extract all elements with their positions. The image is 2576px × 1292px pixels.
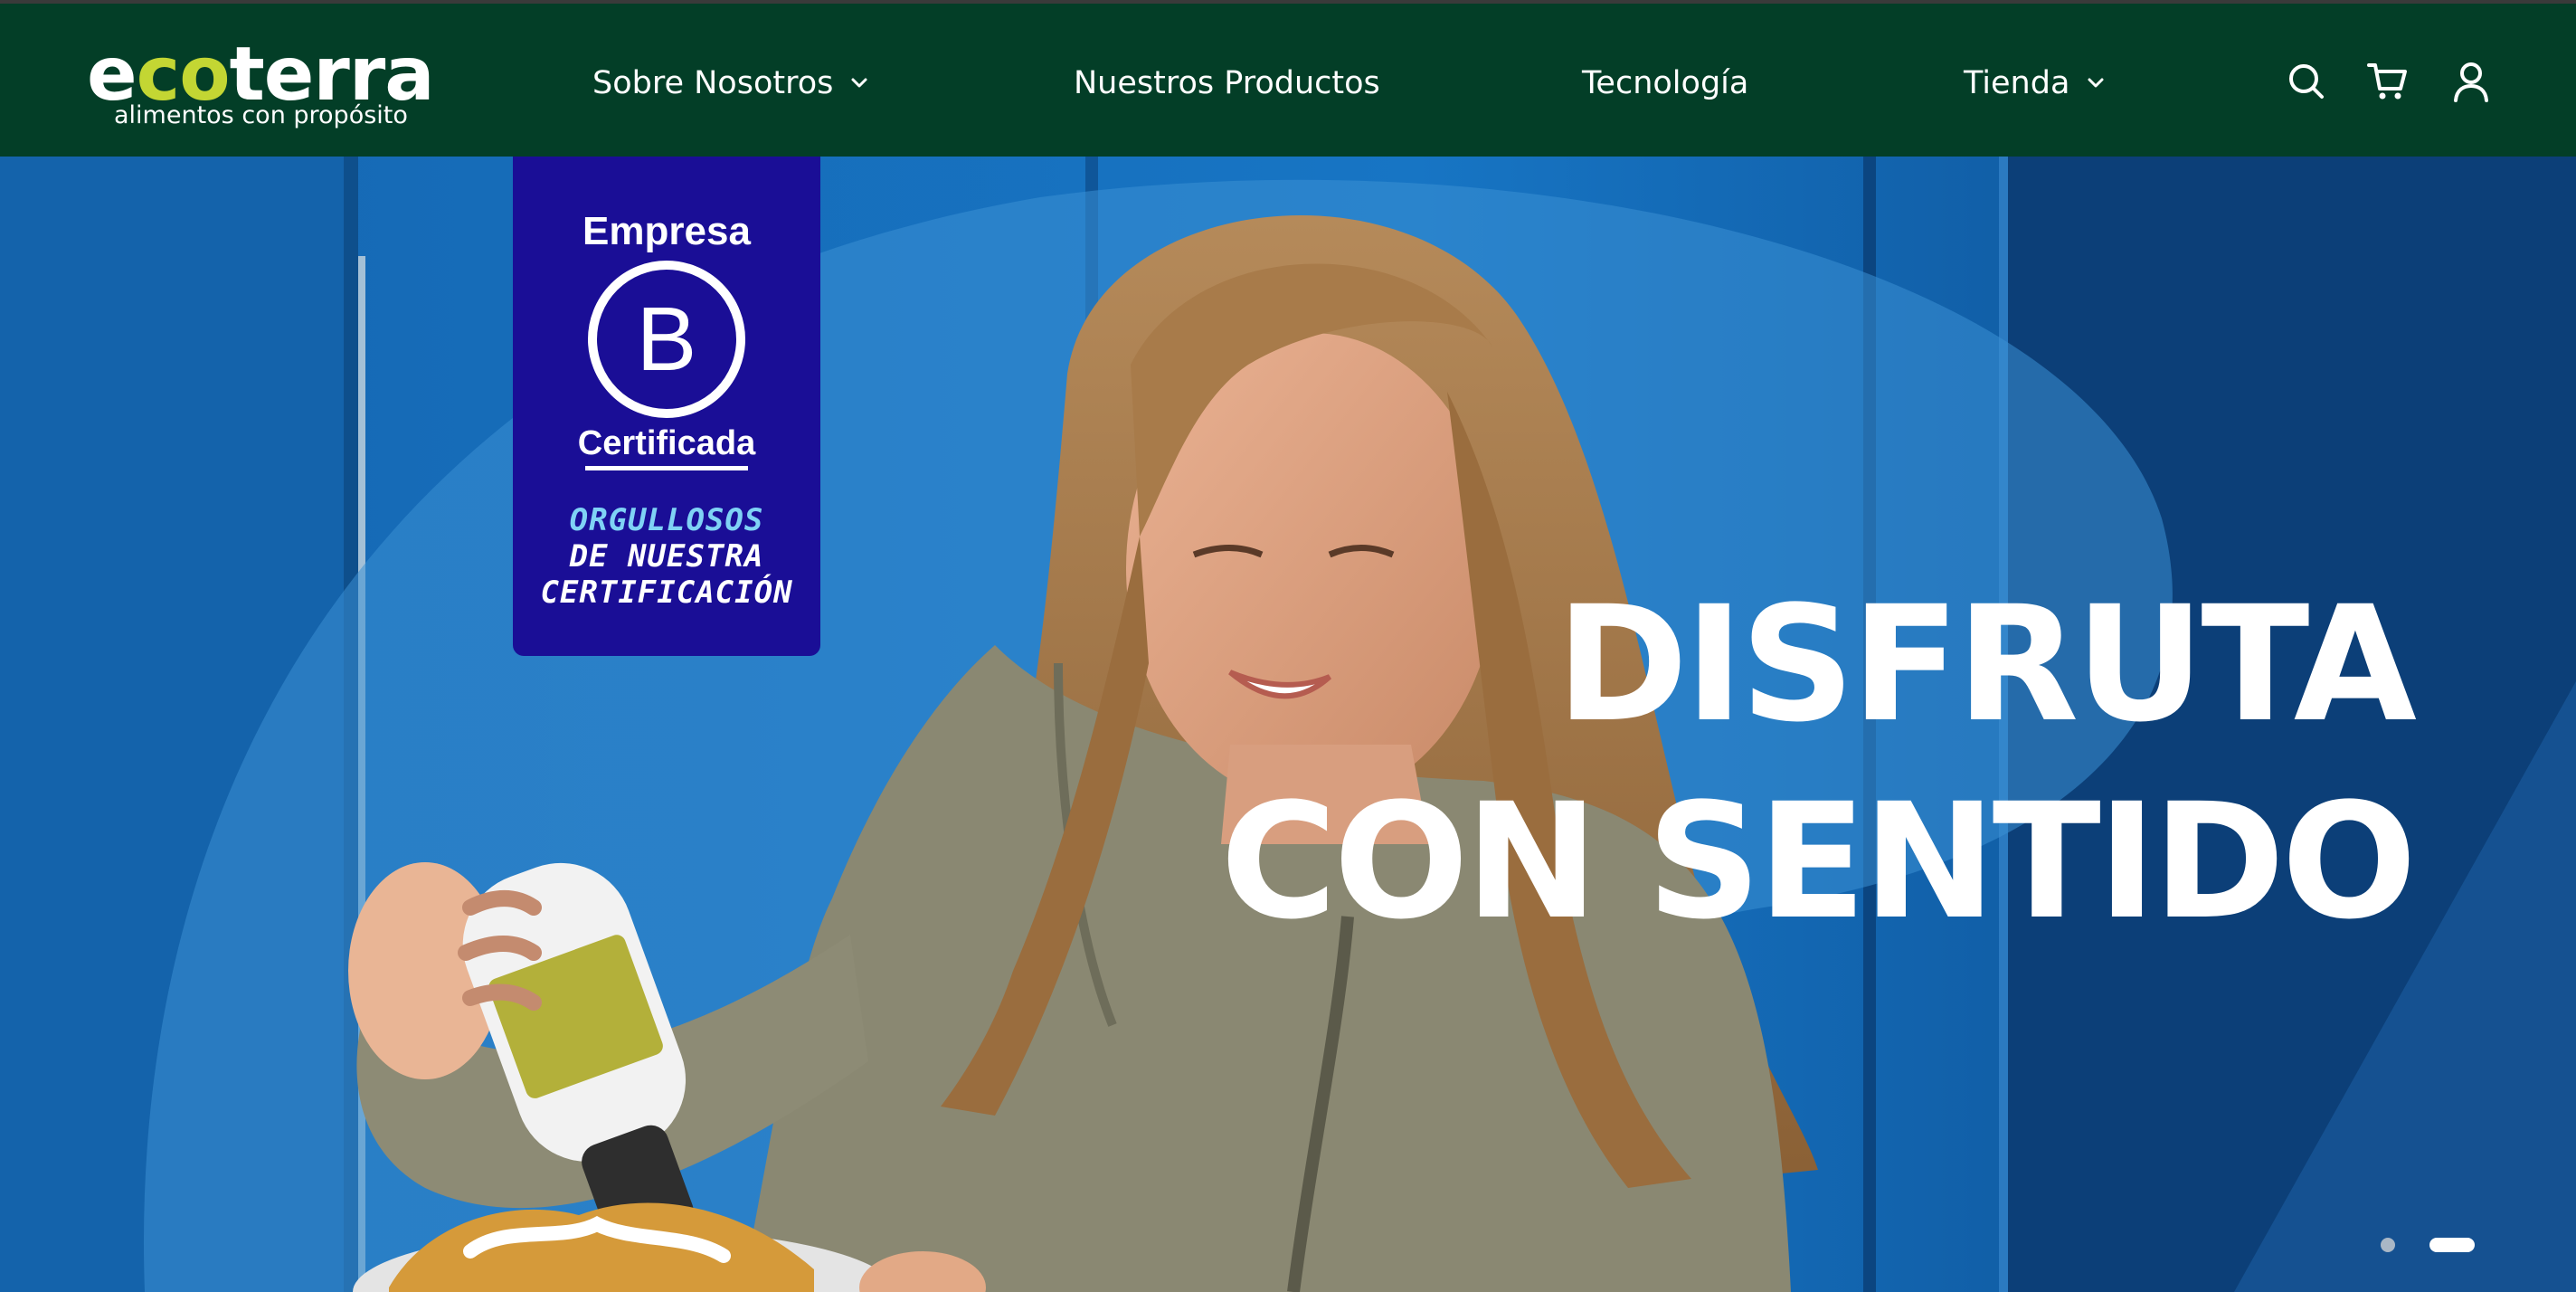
b-corp-badge: Empresa B Certificada ORGULLOSOS DE NUES… [513,157,820,656]
badge-empresa-text: Empresa [582,209,751,253]
badge-slogan-line1: ORGULLOSOS [569,502,764,538]
nav-tienda[interactable]: Tienda [1964,58,2106,109]
hero-headline-line2: CON SENTIDO [1220,769,2417,955]
b-corp-logo: B [588,261,745,418]
nav-label: Tecnología [1582,65,1749,101]
nav-label: Nuestros Productos [1074,65,1380,101]
cart-icon[interactable] [2366,60,2410,103]
slide-dot-2-active[interactable] [2429,1238,2475,1252]
nav-sobre-nosotros[interactable]: Sobre Nosotros [592,58,869,109]
brand-tagline: alimentos con propósito [114,101,408,129]
brand-logo[interactable]: ecoterra alimentos con propósito [87,34,435,134]
site-header: ecoterra alimentos con propósito Sobre N… [0,4,2576,157]
slider-pagination [2381,1236,2475,1254]
hero-headline-line1: DISFRUTA [1556,572,2417,757]
chevron-down-icon [851,78,867,88]
badge-certificada-text: Certificada [577,424,756,462]
badge-underline [585,466,748,470]
search-icon[interactable] [2285,60,2328,103]
nav-label: Sobre Nosotros [592,65,834,101]
badge-b-letter: B [637,289,697,390]
chevron-down-icon [2088,78,2104,88]
nav-nuestros-productos[interactable]: Nuestros Productos [1074,58,1380,109]
badge-slogan-line2: DE NUESTRA [569,538,764,575]
user-icon[interactable] [2449,60,2493,103]
badge-slogan-line3: CERTIFICACIÓN [540,575,793,611]
nav-label: Tienda [1964,65,2070,101]
slide-dot-1[interactable] [2381,1238,2395,1252]
hero-banner: Empresa B Certificada ORGULLOSOS DE NUES… [0,157,2576,1292]
nav-tecnologia[interactable]: Tecnología [1582,58,1748,109]
